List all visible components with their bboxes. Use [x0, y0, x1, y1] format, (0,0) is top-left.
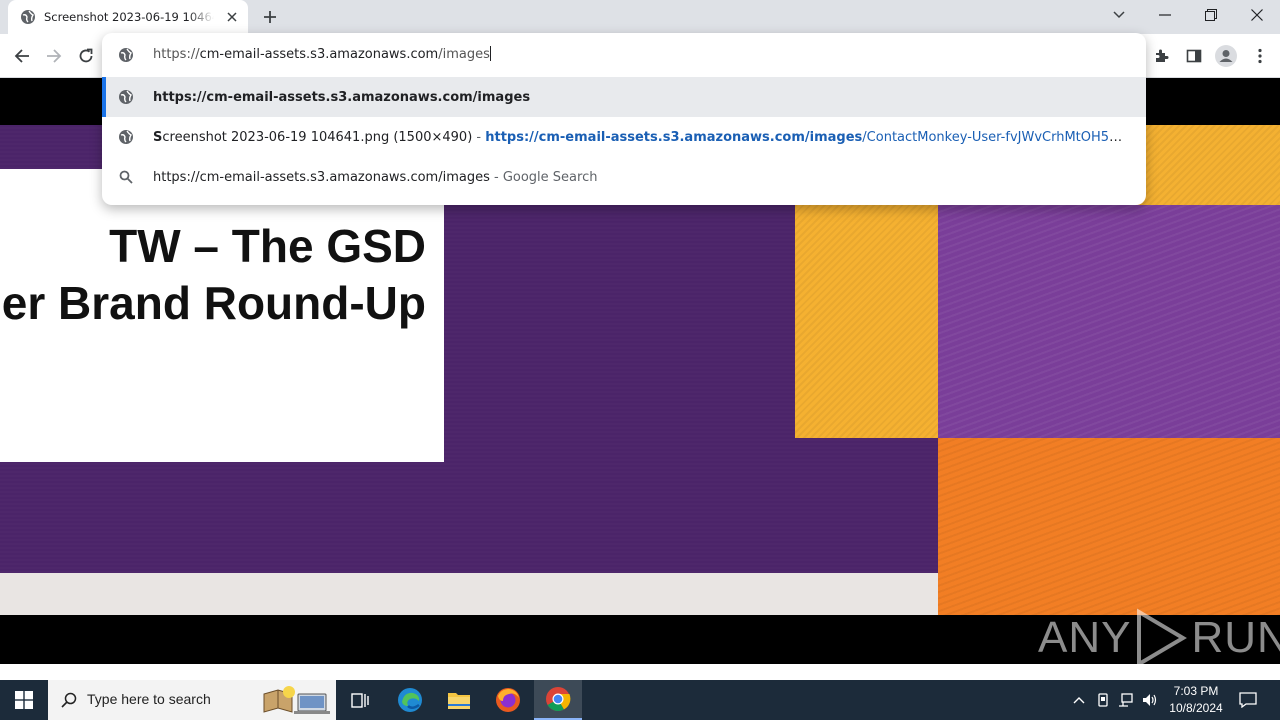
globe-icon [118, 47, 134, 67]
headline: TW – The GSD er Brand Round-Up [0, 218, 450, 332]
anyrun-watermark: ANY RUN [1038, 608, 1280, 664]
globe-icon [118, 129, 134, 145]
restore-icon[interactable] [1188, 0, 1234, 30]
device-icon[interactable] [1092, 680, 1114, 720]
network-icon[interactable] [1115, 680, 1137, 720]
task-view-icon[interactable] [336, 680, 384, 720]
file-explorer-icon[interactable] [435, 680, 483, 720]
play-logo-icon [1137, 608, 1188, 664]
violet-block [938, 205, 1280, 438]
taskbar-search-placeholder: Type here to search [87, 691, 211, 707]
yellow-block [795, 205, 938, 438]
edge-icon[interactable] [386, 680, 434, 720]
search-icon [61, 692, 77, 712]
tab-close-icon[interactable] [224, 9, 240, 25]
suggestion-url-text: https://cm-email-assets.s3.amazonaws.com… [153, 89, 531, 105]
suggestion-search[interactable]: https://cm-email-assets.s3.amazonaws.com… [102, 157, 1146, 197]
tab-strip: Screenshot 2023-06-19 104641.png [0, 0, 1280, 34]
suggestion-url[interactable]: https://cm-email-assets.s3.amazonaws.com… [102, 77, 1146, 117]
clock-time: 7:03 PM [1173, 684, 1219, 698]
taskbar-search-box[interactable]: Type here to search [48, 680, 336, 720]
address-bar[interactable]: https://cm-email-assets.s3.amazonaws.com… [102, 33, 1146, 77]
tab-search-icon[interactable] [1096, 0, 1142, 30]
side-panel-icon[interactable] [1180, 42, 1208, 70]
search-icon [118, 169, 134, 185]
suggestion-search-text: https://cm-email-assets.s3.amazonaws.com… [153, 169, 598, 185]
menu-dots-icon[interactable] [1246, 42, 1274, 70]
headline-line-2: er Brand Round-Up [1, 277, 426, 329]
suggestion-history[interactable]: Screenshot 2023-06-19 104641.png (1500×4… [102, 117, 1146, 157]
volume-icon[interactable] [1139, 680, 1161, 720]
globe-icon [20, 9, 36, 25]
firefox-icon[interactable] [484, 680, 532, 720]
orange-block [938, 438, 1280, 616]
extensions-icon[interactable] [1148, 42, 1176, 70]
address-input-text[interactable]: https://cm-email-assets.s3.amazonaws.com… [153, 46, 491, 62]
clock-date: 10/8/2024 [1169, 701, 1223, 715]
chrome-icon[interactable] [534, 680, 582, 720]
close-icon[interactable] [1234, 0, 1280, 30]
browser-tab[interactable]: Screenshot 2023-06-19 104641.png [8, 0, 248, 34]
forward-arrow-icon[interactable] [40, 42, 68, 70]
headline-line-1: TW – The GSD [109, 220, 426, 272]
new-tab-button[interactable] [258, 5, 282, 29]
search-highlight-icon [260, 684, 330, 720]
tab-title: Screenshot 2023-06-19 104641.png [44, 10, 214, 24]
suggestion-history-text: Screenshot 2023-06-19 104641.png (1500×4… [153, 129, 1133, 145]
globe-icon [118, 89, 134, 105]
omnibox-dropdown: https://cm-email-assets.s3.amazonaws.com… [102, 33, 1146, 205]
reload-icon[interactable] [72, 42, 100, 70]
back-arrow-icon[interactable] [8, 42, 36, 70]
windows-taskbar: Type here to search 7:03 PM 10/8/2024 [0, 680, 1280, 720]
show-hidden-icons-icon[interactable] [1068, 680, 1090, 720]
notifications-icon[interactable] [1234, 680, 1262, 720]
minimize-icon[interactable] [1142, 0, 1188, 30]
windows-start-icon[interactable] [0, 680, 48, 720]
taskbar-clock[interactable]: 7:03 PM 10/8/2024 [1162, 683, 1230, 717]
profile-icon[interactable] [1212, 42, 1240, 70]
